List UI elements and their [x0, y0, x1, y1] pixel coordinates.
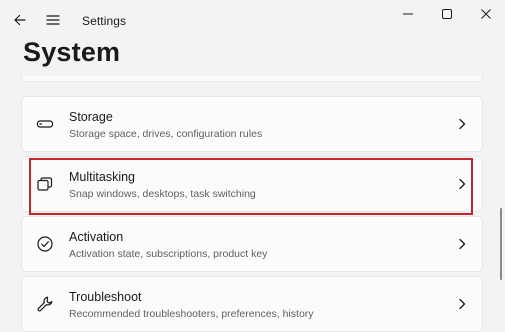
- scrollbar-thumb[interactable]: [500, 208, 502, 280]
- hamburger-menu-icon: [46, 15, 60, 25]
- settings-item-subtitle: Storage space, drives, configuration rul…: [69, 128, 263, 140]
- minimize-icon: [403, 13, 413, 15]
- navigation-menu-button[interactable]: [39, 6, 67, 34]
- settings-item-activation[interactable]: Activation Activation state, subscriptio…: [21, 216, 483, 272]
- wrench-icon: [35, 294, 55, 314]
- settings-item-title: Storage: [69, 110, 113, 124]
- app-title: Settings: [82, 14, 127, 28]
- chevron-right-icon: [456, 178, 468, 190]
- settings-item-title: Multitasking: [69, 170, 135, 184]
- settings-item-title: Troubleshoot: [69, 290, 142, 304]
- settings-item-storage[interactable]: Storage Storage space, drives, configura…: [21, 96, 483, 152]
- scrollbar[interactable]: [497, 76, 505, 332]
- chevron-right-icon: [456, 238, 468, 250]
- settings-list[interactable]: Storage Storage space, drives, configura…: [0, 76, 505, 332]
- settings-item-multitasking[interactable]: Multitasking Snap windows, desktops, tas…: [21, 156, 483, 212]
- settings-item-subtitle: Activation state, subscriptions, product…: [69, 248, 268, 260]
- close-button[interactable]: [469, 4, 503, 24]
- close-icon: [481, 9, 491, 19]
- activation-check-icon: [35, 234, 55, 254]
- storage-drive-icon: [35, 114, 55, 134]
- settings-item-title: Activation: [69, 230, 124, 244]
- minimize-button[interactable]: [391, 4, 425, 24]
- back-arrow-icon: [14, 14, 26, 26]
- multitasking-icon: [35, 174, 55, 194]
- settings-item-subtitle: Recommended troubleshooters, preferences…: [69, 308, 314, 320]
- settings-item-troubleshoot[interactable]: Troubleshoot Recommended troubleshooters…: [21, 276, 483, 332]
- chevron-right-icon: [456, 298, 468, 310]
- maximize-icon: [442, 9, 452, 19]
- settings-card-partial[interactable]: [21, 76, 483, 82]
- back-button[interactable]: [6, 6, 34, 34]
- maximize-button[interactable]: [430, 4, 464, 24]
- settings-item-subtitle: Snap windows, desktops, task switching: [69, 188, 256, 200]
- page-title: System: [23, 37, 121, 67]
- chevron-right-icon: [456, 118, 468, 130]
- title-bar: Settings: [0, 0, 505, 40]
